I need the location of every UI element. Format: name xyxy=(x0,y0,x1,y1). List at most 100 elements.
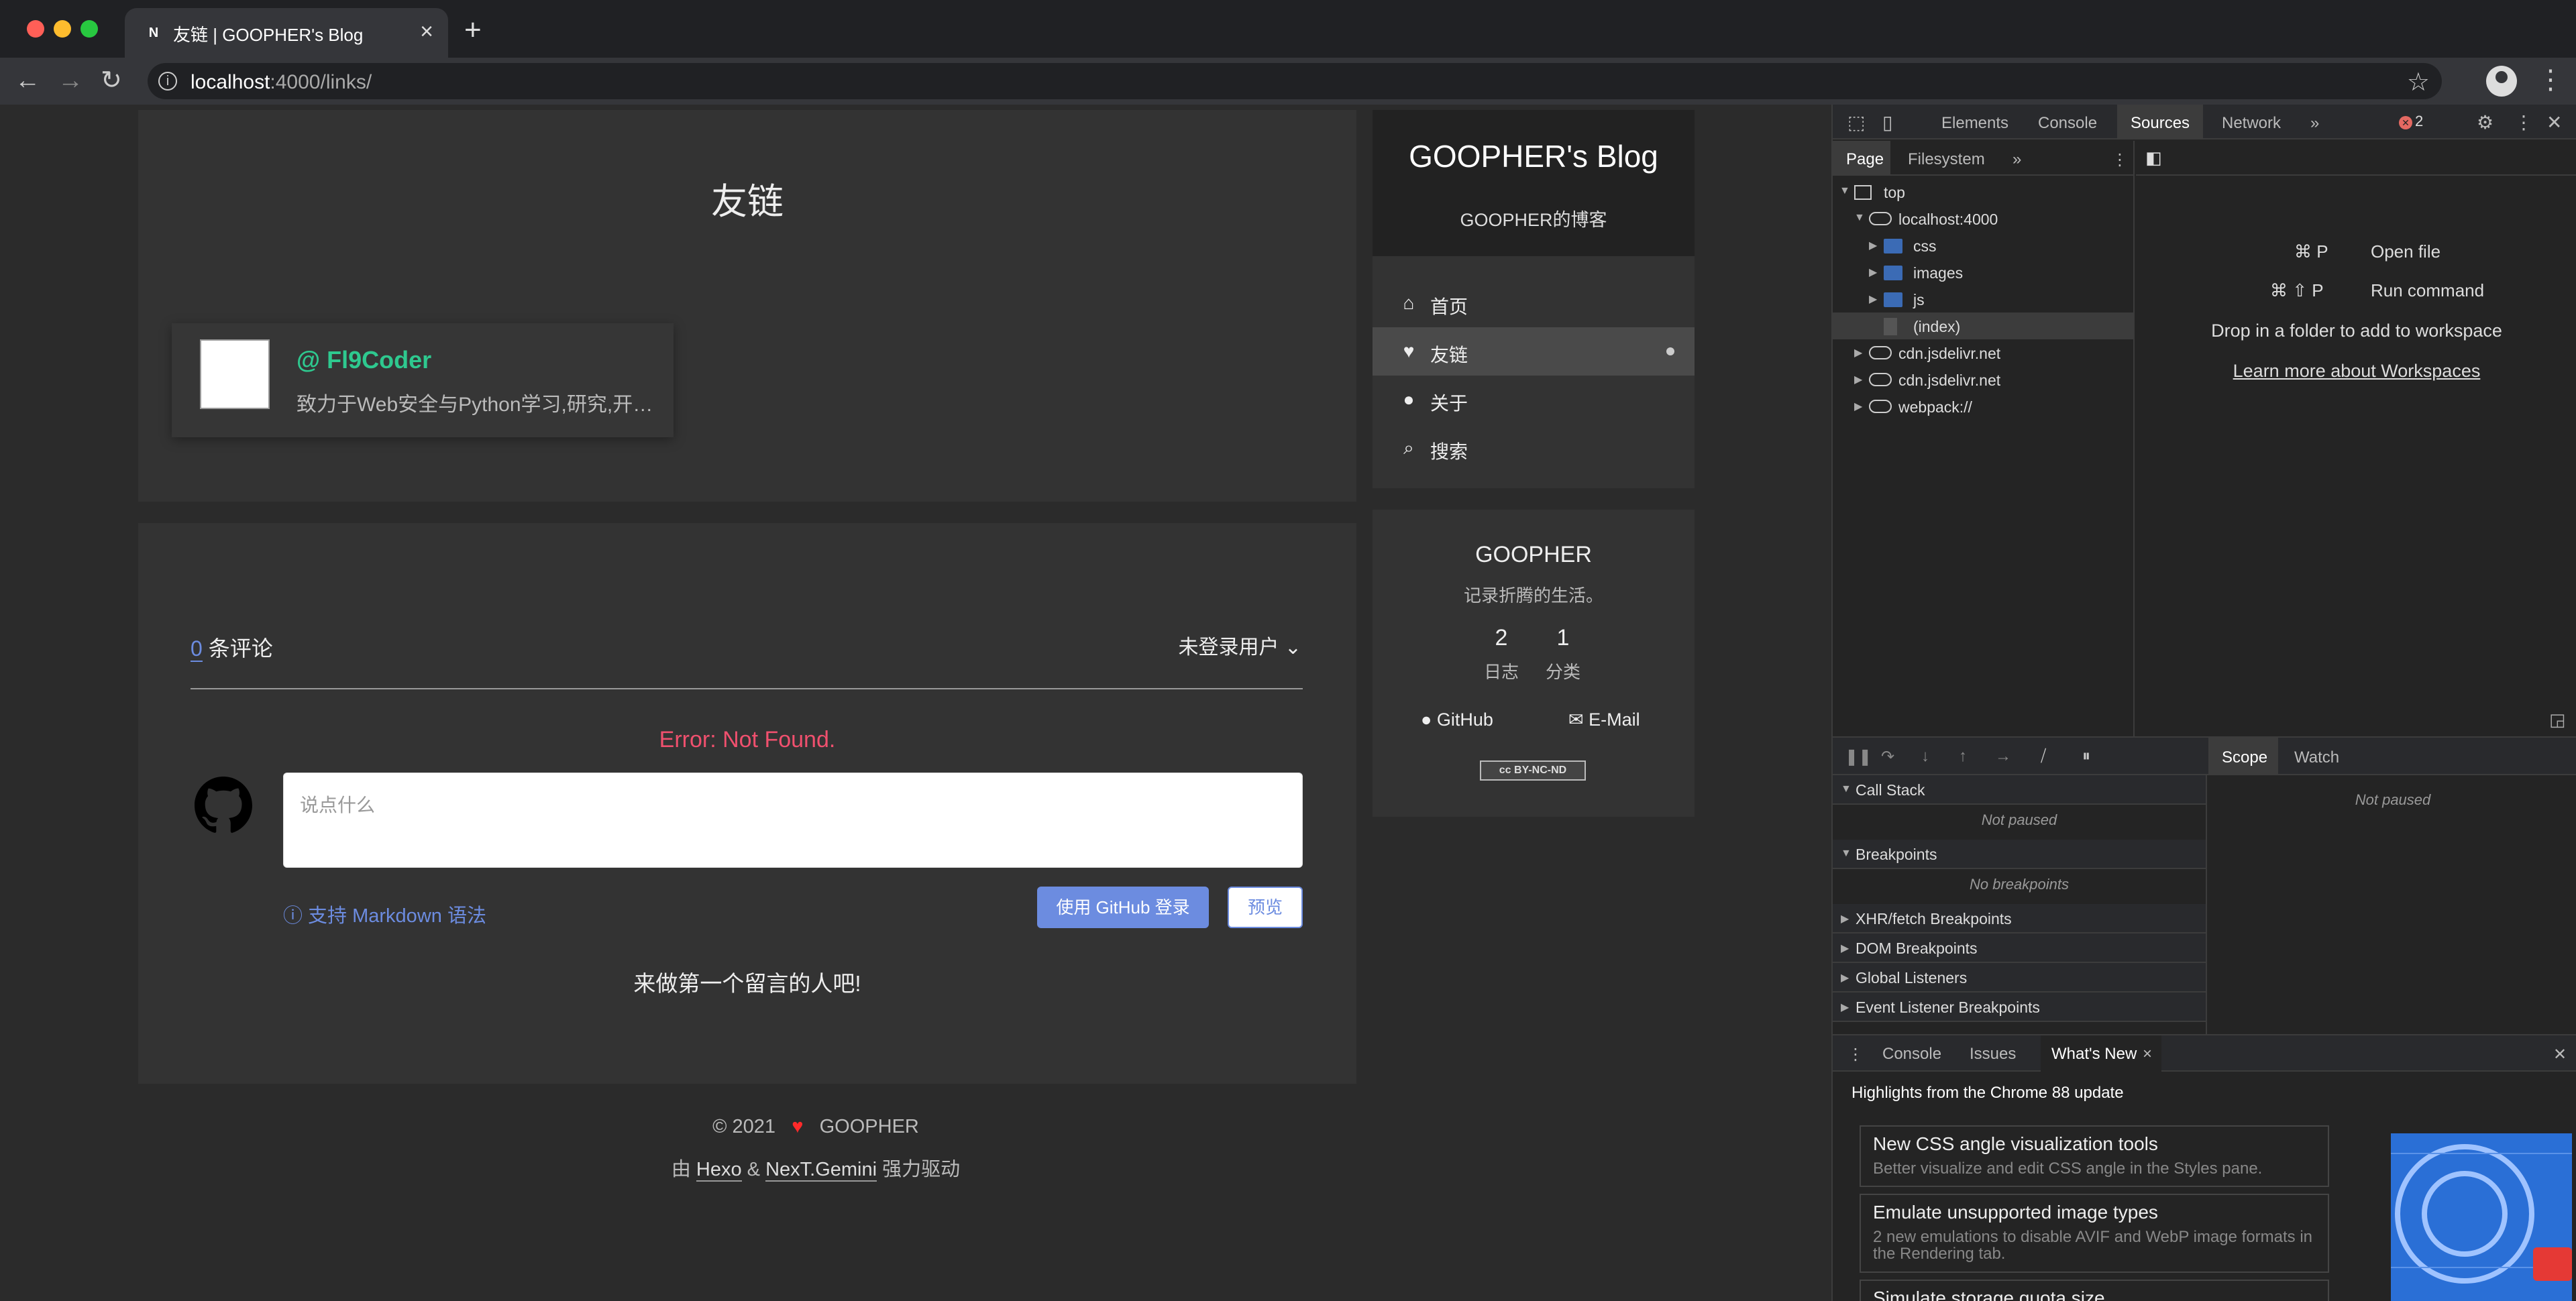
whats-new-card[interactable]: Emulate unsupported image types 2 new em… xyxy=(1860,1194,2329,1273)
close-devtools-icon[interactable]: ✕ xyxy=(2546,111,2562,133)
sidebar-item-search[interactable]: ⌕ 搜索 xyxy=(1373,424,1695,472)
collapse-triangle-icon[interactable]: ▶ xyxy=(1869,266,1877,279)
back-button[interactable]: ← xyxy=(15,67,40,94)
menu-label: 搜索 xyxy=(1430,441,1468,462)
friend-link-card[interactable]: @ Fl9Coder 致力于Web安全与Python学习,研究,开发。 xyxy=(172,323,674,437)
close-window-button[interactable] xyxy=(27,20,44,38)
collapse-triangle-icon[interactable]: ▶ xyxy=(1854,346,1862,359)
collapse-triangle-icon[interactable]: ▶ xyxy=(1869,292,1877,306)
forward-button[interactable]: → xyxy=(58,67,83,94)
pause-icon[interactable]: ❚❚ xyxy=(1845,747,1872,767)
minimize-window-button[interactable] xyxy=(54,20,71,38)
more-tabs-icon[interactable]: » xyxy=(2310,114,2319,133)
site-info-icon[interactable]: i xyxy=(158,72,177,91)
friend-link-name[interactable]: @ Fl9Coder xyxy=(297,346,431,374)
debugger-section-header[interactable]: ▶ Event Listener Breakpoints xyxy=(1833,993,2206,1022)
debugger-section-header[interactable]: ▶ DOM Breakpoints xyxy=(1833,934,2206,963)
tab-watch[interactable]: Watch xyxy=(2294,748,2339,767)
step-out-icon[interactable]: ↑ xyxy=(1959,747,1967,766)
tree-node[interactable]: ▶ js xyxy=(1833,286,2135,313)
site-title[interactable]: GOOPHER's Blog xyxy=(1373,138,1695,174)
license-badge[interactable]: cc BY-NC-ND xyxy=(1480,760,1586,781)
error-counter[interactable]: ✕ 2 xyxy=(2399,113,2423,130)
login-user-dropdown[interactable]: 未登录用户 ⌄ xyxy=(1179,630,1301,660)
debugger-section-header[interactable]: ▼ Breakpoints xyxy=(1833,840,2206,869)
collapse-triangle-icon[interactable]: ▶ xyxy=(1854,400,1862,413)
github-social-link[interactable]: ● GitHub xyxy=(1421,710,1493,730)
browser-tab[interactable]: N 友链 | GOOPHER's Blog × xyxy=(125,8,448,58)
inspect-element-icon[interactable]: ⬚ xyxy=(1847,111,1865,133)
debugger-section-header[interactable]: ▶ Global Listeners xyxy=(1833,963,2206,993)
deactivate-breakpoints-icon[interactable]: ⧸ xyxy=(2041,747,2046,766)
site-brand[interactable]: GOOPHER's Blog GOOPHER的博客 xyxy=(1373,110,1695,256)
step-icon[interactable]: → xyxy=(1995,747,2011,766)
toggle-navigator-icon[interactable]: ◧ xyxy=(2145,148,2162,168)
settings-gear-icon[interactable]: ⚙ xyxy=(2477,111,2493,133)
whats-new-card[interactable]: Simulate storage quota size xyxy=(1860,1280,2329,1301)
step-into-icon[interactable]: ↓ xyxy=(1921,747,1929,766)
drawer-tab-console[interactable]: Console xyxy=(1882,1045,1941,1064)
new-tab-button[interactable]: + xyxy=(464,13,482,47)
collapse-triangle-icon[interactable]: ▶ xyxy=(1869,239,1877,252)
tree-node[interactable]: ▶ cdn.jsdelivr.net xyxy=(1833,339,2135,366)
profile-avatar[interactable] xyxy=(2486,66,2517,97)
whats-new-card[interactable]: New CSS angle visualization tools Better… xyxy=(1860,1125,2329,1187)
preview-button[interactable]: 预览 xyxy=(1228,887,1303,928)
expand-triangle-icon[interactable]: ▼ xyxy=(1839,185,1850,197)
pause-on-exceptions-icon[interactable]: ⏸ xyxy=(2082,747,2090,766)
tab-filesystem[interactable]: Filesystem xyxy=(1908,150,1985,169)
drawer-tab-whats-new[interactable]: What's New xyxy=(2051,1045,2137,1064)
sidebar-item-about[interactable]: ● 关于 xyxy=(1373,376,1695,424)
drawer-tab-issues[interactable]: Issues xyxy=(1970,1045,2016,1064)
tree-node[interactable]: ▶ webpack:// xyxy=(1833,393,2135,420)
debugger-section-header[interactable]: ▶ XHR/fetch Breakpoints xyxy=(1833,904,2206,934)
device-toolbar-icon[interactable]: ▯ xyxy=(1882,111,1892,133)
theme-link[interactable]: NexT.Gemini xyxy=(765,1159,877,1182)
sidebar-item-home[interactable]: ⌂ 首页 xyxy=(1373,279,1695,327)
tree-node-label: images xyxy=(1913,264,1964,282)
tab-page[interactable]: Page xyxy=(1846,150,1884,169)
tree-node[interactable]: ▶ css xyxy=(1833,232,2135,259)
reload-button[interactable]: ↻ xyxy=(101,67,122,94)
corner-toggle-icon[interactable]: ◲ xyxy=(2549,710,2566,730)
browser-menu-icon[interactable]: ⋮ xyxy=(2537,64,2564,95)
expand-triangle-icon[interactable]: ▼ xyxy=(1854,212,1865,224)
tab-sources[interactable]: Sources xyxy=(2131,114,2190,133)
hexo-link[interactable]: Hexo xyxy=(696,1159,742,1182)
collapse-triangle-icon[interactable]: ▶ xyxy=(1854,373,1862,386)
tab-elements[interactable]: Elements xyxy=(1941,114,2008,133)
tab-scope[interactable]: Scope xyxy=(2222,748,2267,767)
sidebar-item-links[interactable]: ♥ 友链 xyxy=(1373,327,1695,376)
posts-label[interactable]: 日志 xyxy=(1468,659,1535,683)
devtools-menu-icon[interactable]: ⋮ xyxy=(2514,111,2533,133)
close-whats-new-icon[interactable]: × xyxy=(2143,1045,2152,1064)
zoom-window-button[interactable] xyxy=(80,20,98,38)
debugger-section-header[interactable]: ▼ Call Stack xyxy=(1833,775,2206,805)
email-social-link[interactable]: ✉ E-Mail xyxy=(1568,710,1640,730)
learn-workspaces-link[interactable]: Learn more about Workspaces xyxy=(2136,361,2576,382)
section-empty-text: Not paused xyxy=(1981,811,2057,828)
comment-textarea[interactable]: 说点什么 xyxy=(283,773,1303,868)
navigator-more-icon[interactable]: » xyxy=(2012,150,2021,169)
categories-label[interactable]: 分类 xyxy=(1529,659,1597,683)
close-tab-icon[interactable]: × xyxy=(420,19,433,45)
pane-splitter[interactable] xyxy=(2206,775,2207,1034)
markdown-hint-link[interactable]: ⓘ 支持 Markdown 语法 xyxy=(283,900,486,928)
address-bar[interactable]: i localhost:4000/links/ ☆ xyxy=(148,63,2442,99)
step-over-icon[interactable]: ↷ xyxy=(1881,747,1894,767)
navigator-menu-icon[interactable]: ⋮ xyxy=(2112,150,2128,170)
bookmark-star-icon[interactable]: ☆ xyxy=(2407,67,2430,97)
tree-node[interactable]: ▶ cdn.jsdelivr.net xyxy=(1833,366,2135,393)
drop-folder-hint: Drop in a folder to add to workspace xyxy=(2211,321,2502,341)
tree-node[interactable]: ▼ top xyxy=(1833,178,2135,205)
categories-count[interactable]: 1 xyxy=(1529,625,1597,651)
tab-console[interactable]: Console xyxy=(2038,114,2097,133)
posts-count[interactable]: 2 xyxy=(1468,625,1535,651)
close-drawer-icon[interactable]: ✕ xyxy=(2553,1045,2567,1064)
github-login-button[interactable]: 使用 GitHub 登录 xyxy=(1037,887,1209,928)
tab-network[interactable]: Network xyxy=(2222,114,2281,133)
tree-node[interactable]: (index) xyxy=(1833,313,2135,339)
drawer-menu-icon[interactable]: ⋮ xyxy=(1847,1045,1864,1064)
tree-node[interactable]: ▶ images xyxy=(1833,259,2135,286)
tree-node[interactable]: ▼ localhost:4000 xyxy=(1833,205,2135,232)
